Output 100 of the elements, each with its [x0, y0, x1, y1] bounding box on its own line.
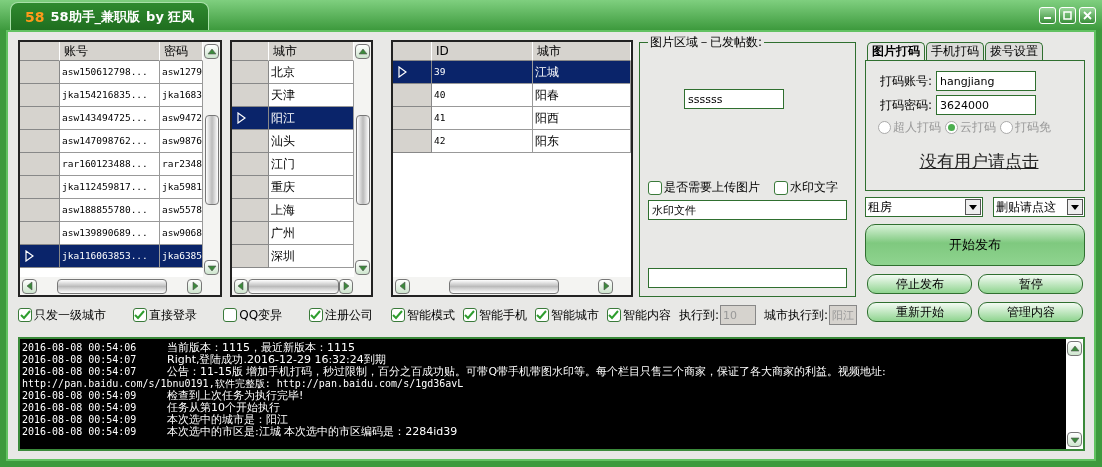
- minimize-button[interactable]: [1039, 6, 1056, 24]
- table-row[interactable]: rar160123488... rar2348: [20, 153, 204, 176]
- checkbox[interactable]: [648, 180, 662, 195]
- table-row[interactable]: 江门: [232, 153, 354, 176]
- close-button[interactable]: [1079, 6, 1096, 24]
- table-row[interactable]: asw150612798... asw1279: [20, 61, 204, 84]
- table-row[interactable]: 深圳: [232, 245, 354, 268]
- maximize-icon: [1063, 10, 1072, 20]
- scrollbar[interactable]: [232, 277, 371, 295]
- table-row[interactable]: 北京: [232, 61, 354, 84]
- row-header: [393, 84, 432, 107]
- action-button[interactable]: 停止发布: [867, 274, 972, 294]
- table-row[interactable]: asw139890689... asw9068: [20, 222, 204, 245]
- scroll-right-button[interactable]: [339, 278, 353, 294]
- scroll-up-button[interactable]: [204, 44, 219, 59]
- table-cell: 42: [432, 130, 533, 153]
- table-row[interactable]: 42 阳东: [393, 130, 631, 153]
- table-row[interactable]: 汕头: [232, 130, 354, 153]
- checkbox[interactable]: [774, 180, 788, 195]
- table-row[interactable]: asw188855780... asw5578: [20, 199, 204, 222]
- scroll-left-button[interactable]: [395, 278, 410, 294]
- checkbox[interactable]: [308, 308, 323, 322]
- checkbox[interactable]: [18, 308, 32, 322]
- scrollbar[interactable]: [1066, 339, 1083, 449]
- start-button[interactable]: 开始发布: [865, 224, 1085, 266]
- caret-icon: [1071, 204, 1079, 210]
- table-row[interactable]: 39 江城: [393, 61, 631, 84]
- scroll-right-button[interactable]: [187, 278, 202, 294]
- table-row[interactable]: jka116063853... jka6385: [20, 245, 204, 268]
- tab[interactable]: 图片打码: [867, 42, 925, 60]
- input-field[interactable]: [648, 268, 847, 288]
- table-row[interactable]: 阳江: [232, 107, 354, 130]
- scroll-left-button[interactable]: [22, 278, 37, 294]
- dropdown[interactable]: 租房: [865, 197, 983, 217]
- log-time: 2016-08-08 00:54:07: [22, 354, 138, 366]
- checkbox-label: 水印文字: [790, 179, 838, 196]
- tab[interactable]: 手机打码: [926, 42, 984, 60]
- scrollbar[interactable]: [203, 42, 220, 277]
- checkbox[interactable]: [462, 308, 477, 322]
- checkbox-label: 智能模式: [406, 306, 455, 324]
- scroll-up-button[interactable]: [355, 44, 370, 59]
- scrollbar[interactable]: [354, 42, 371, 277]
- row-header: [20, 176, 60, 199]
- table-row[interactable]: 41 阳西: [393, 107, 631, 130]
- table-row[interactable]: jka154216835... jka1683: [20, 84, 204, 107]
- dropdown-button[interactable]: [965, 199, 981, 215]
- table-row[interactable]: asw147098762... asw9876: [20, 130, 204, 153]
- row-header: [20, 84, 60, 107]
- scroll-thumb[interactable]: [204, 114, 219, 205]
- log-message: 本次选中的城市是：阳江: [167, 414, 289, 426]
- action-button[interactable]: 暂停: [978, 274, 1083, 294]
- table-row[interactable]: 重庆: [232, 176, 354, 199]
- register-link[interactable]: 没有用户请点击: [919, 150, 1039, 173]
- action-button[interactable]: 管理内容: [978, 302, 1083, 322]
- scroll-down-button[interactable]: [1067, 432, 1082, 447]
- scroll-thumb[interactable]: [248, 278, 339, 294]
- scroll-down-button[interactable]: [355, 260, 370, 275]
- left-arrow-icon: [235, 280, 247, 292]
- checkbox-label: 直接登录: [148, 306, 197, 324]
- scroll-up-button[interactable]: [1067, 341, 1082, 356]
- scroll-thumb[interactable]: [449, 278, 559, 294]
- watermark-field[interactable]: 水印文件: [648, 200, 847, 220]
- maximize-button[interactable]: [1059, 6, 1076, 24]
- row-header: [232, 84, 269, 107]
- scroll-thumb[interactable]: [57, 278, 167, 294]
- table-row[interactable]: jka112459817... jka5981: [20, 176, 204, 199]
- scroll-down-button[interactable]: [204, 260, 219, 275]
- row-header: [20, 199, 60, 222]
- input-field[interactable]: hangjiang: [936, 71, 1037, 91]
- input-field[interactable]: 3624000: [936, 95, 1037, 115]
- action-button[interactable]: 重新开始: [867, 302, 972, 322]
- table-row[interactable]: 天津: [232, 84, 354, 107]
- log-message: 当前版本：1115，最近新版本：1115: [167, 342, 356, 354]
- app-logo: 58: [25, 8, 45, 25]
- checkbox[interactable]: [390, 308, 405, 322]
- scroll-left-button[interactable]: [234, 278, 248, 294]
- scroll-thumb[interactable]: [355, 114, 370, 205]
- dropdown-button[interactable]: [1067, 199, 1083, 215]
- radio-label: 超人打码: [893, 119, 941, 136]
- table-row[interactable]: 上海: [232, 199, 354, 222]
- scrollbar[interactable]: [393, 277, 631, 295]
- dropdown-value: 删贴请点这: [996, 198, 1056, 216]
- scrollbar[interactable]: [20, 277, 220, 295]
- table-row[interactable]: asw143494725... asw9472: [20, 107, 204, 130]
- log-time: 2016-08-08 00:54:09: [22, 402, 138, 414]
- table-row[interactable]: 40 阳春: [393, 84, 631, 107]
- checkbox[interactable]: [606, 308, 621, 322]
- log-message: http://pan.baidu.com/s/1bnu0191,软件完整版: http://pan.baidu.com/s/1gd36avL: [22, 378, 465, 390]
- row-header: [20, 107, 60, 130]
- dropdown[interactable]: 删贴请点这: [993, 197, 1085, 217]
- table-row[interactable]: 广州: [232, 222, 354, 245]
- checkbox[interactable]: [223, 308, 238, 322]
- checkbox-label: QQ变异: [239, 306, 283, 324]
- checkbox[interactable]: [132, 308, 147, 322]
- scroll-right-button[interactable]: [598, 278, 613, 294]
- check-icon: [536, 310, 548, 320]
- post-count-field[interactable]: ssssss: [684, 89, 784, 109]
- tab[interactable]: 拨号设置: [985, 42, 1043, 60]
- checkbox-label: 智能城市: [550, 306, 599, 324]
- checkbox[interactable]: [534, 308, 549, 322]
